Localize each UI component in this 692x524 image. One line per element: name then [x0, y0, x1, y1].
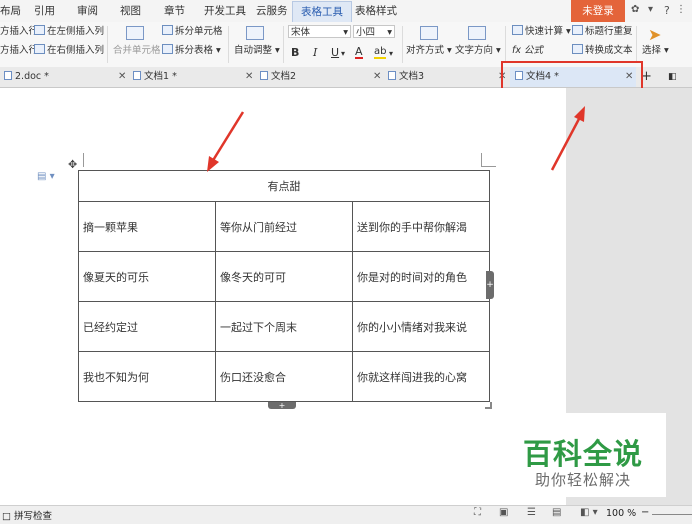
- web-view-icon[interactable]: ▤: [552, 507, 561, 518]
- checkbox-icon: □: [2, 511, 14, 522]
- zoom-slider[interactable]: [652, 514, 692, 515]
- watermark-subtitle: 助你轻松解决: [534, 471, 631, 489]
- arrow-line: [550, 116, 582, 171]
- watermark-title: 百科全说: [522, 437, 643, 471]
- zoom-out-button[interactable]: −: [641, 507, 649, 518]
- arrow-line: [210, 111, 245, 163]
- arrow-head: [574, 106, 585, 122]
- page-view-icon[interactable]: ▣: [499, 507, 508, 518]
- outline-view-icon[interactable]: ☰: [527, 507, 536, 518]
- watermark-logo: 百科全说 助你轻松解决: [500, 413, 666, 497]
- read-view-icon[interactable]: ◧ ▾: [580, 507, 598, 518]
- fullscreen-icon[interactable]: ⛶: [474, 507, 481, 518]
- zoom-level[interactable]: 100 %: [606, 508, 636, 519]
- status-bar: □ 拼写检查 ⛶ ▣ ☰ ▤ ◧ ▾ 100 % −: [0, 505, 692, 524]
- spell-check-label: 拼写检查: [14, 511, 53, 522]
- spell-check-status[interactable]: □ 拼写检查: [2, 508, 52, 522]
